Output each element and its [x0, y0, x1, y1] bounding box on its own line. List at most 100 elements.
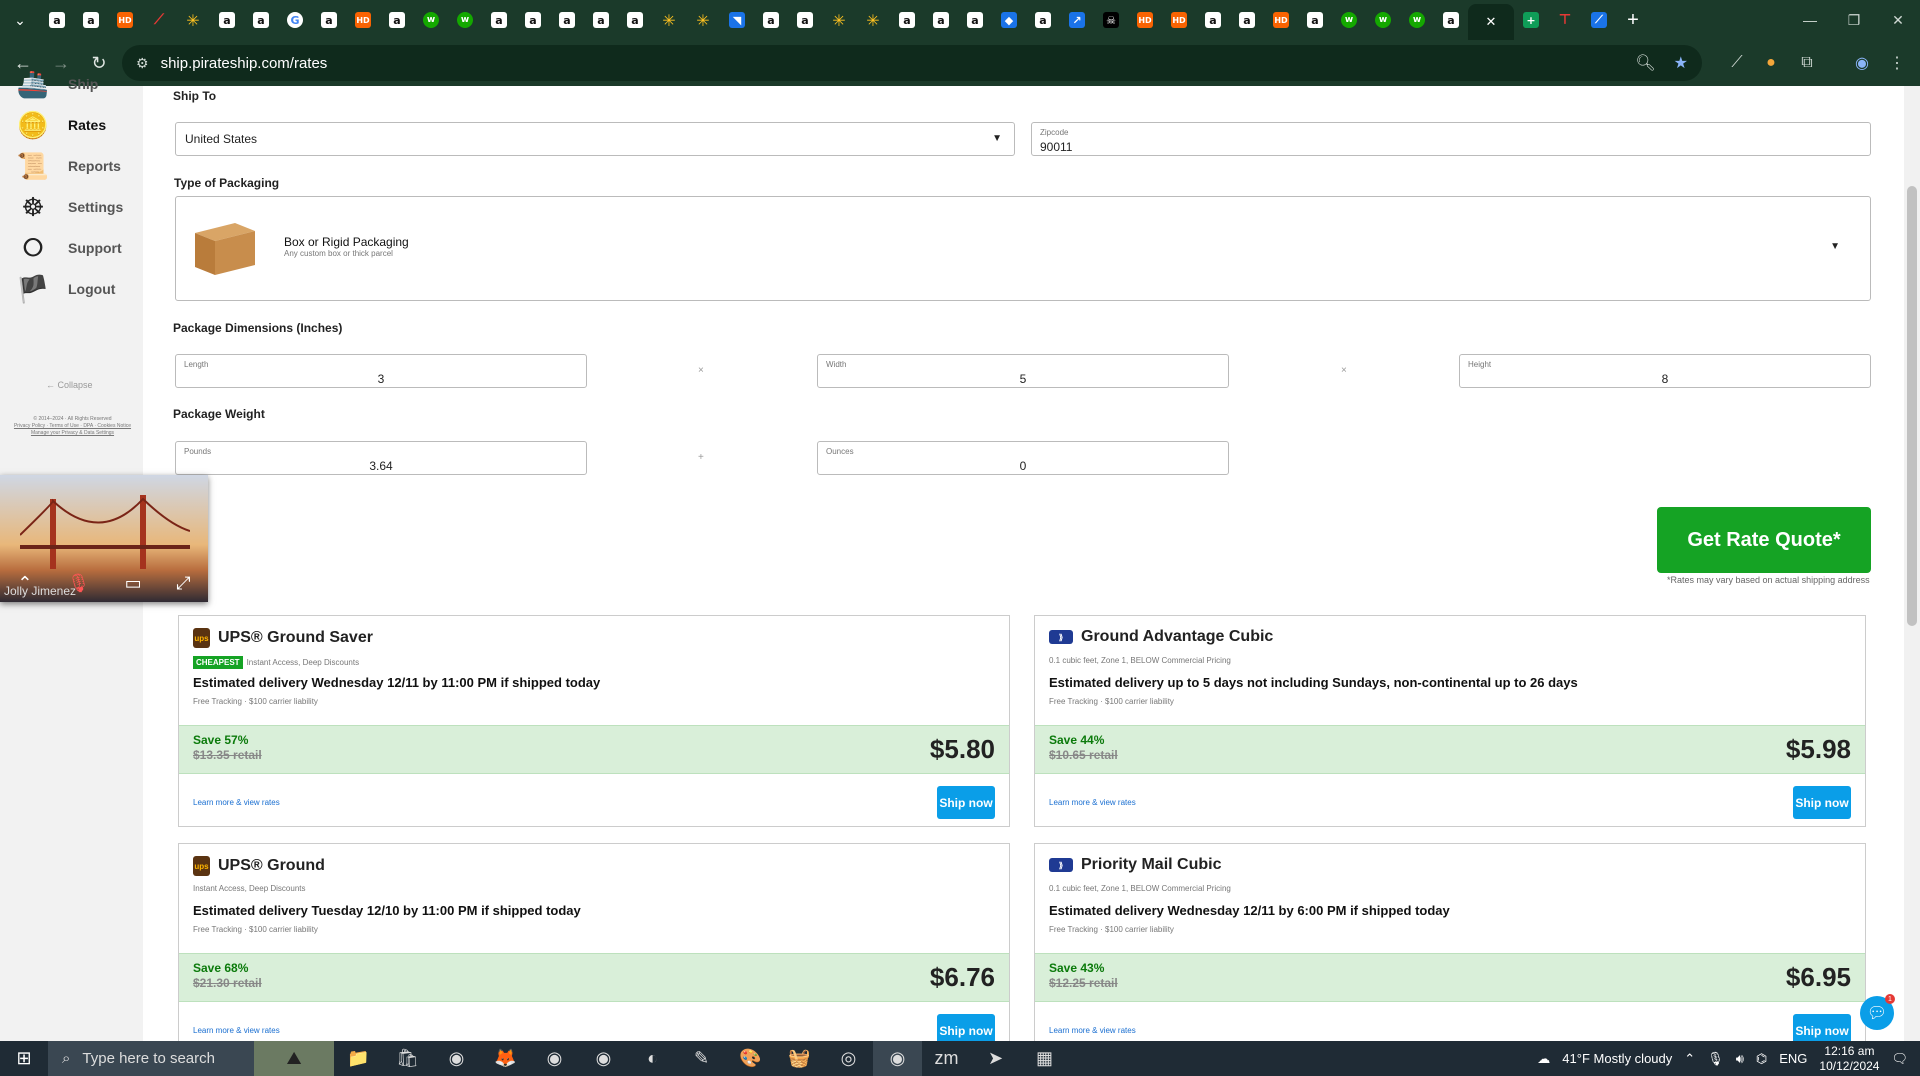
taskbar-apps: 📁 🛍 ◉ 🦊 ◉ ◉ ◐ ✎ 🎨 🧺 ◎ ◉ zm ➤ ▦ — [334, 1041, 1069, 1076]
tracking-info: Free Tracking · $100 carrier liability — [1049, 697, 1174, 706]
retail-price: $12.25 retail — [1049, 976, 1118, 990]
rate-results: ups UPS® Ground Saver CHEAPEST Instant Acce… — [0, 0, 1920, 1041]
service-tags-text: Instant Access, Deep Discounts — [193, 884, 306, 893]
ups-logo-icon: ups — [193, 856, 210, 876]
service-tags-text: 0.1 cubic feet, Zone 1, BELOW Commercial… — [1049, 656, 1231, 665]
ship-now-button[interactable]: Ship now — [1793, 1014, 1851, 1041]
weather-text[interactable]: 41°F Mostly cloudy — [1562, 1051, 1672, 1066]
rate-card: ⟫ Ground Advantage Cubic 0.1 cubic feet, Z… — [1034, 615, 1866, 827]
rate-price: $5.80 — [929, 734, 995, 764]
store-icon[interactable]: 🛍 — [383, 1041, 432, 1076]
participant-name: Jolly Jimenez — [4, 584, 77, 598]
chrome-icon[interactable]: ◉ — [432, 1041, 481, 1076]
camera-icon[interactable]: ▭ — [125, 573, 142, 594]
zoom-icon[interactable]: zm — [922, 1041, 971, 1076]
rate-header: ⟫ Priority Mail Cubic — [1049, 856, 1221, 874]
savings-percent: Save 43% — [1049, 961, 1105, 975]
usps-eagle-icon: ⟫ — [1049, 858, 1073, 872]
rate-header: ups UPS® Ground Saver — [193, 628, 373, 648]
savings-bar: Save 43% $12.25 retail $6.95 — [1035, 953, 1865, 1002]
volume-icon[interactable]: 🔊︎ — [1736, 1051, 1744, 1067]
widgets-landscape-icon[interactable]: ⛰ — [254, 1041, 334, 1076]
basket-icon[interactable]: 🧺 — [775, 1041, 824, 1076]
usps-eagle-icon: ⟫ — [1049, 630, 1073, 644]
delivery-estimate: Estimated delivery Wednesday 12/11 by 6:… — [1049, 903, 1450, 918]
taskbar-search[interactable]: ⌕ Type here to search — [48, 1041, 254, 1076]
rate-card: ups UPS® Ground Saver CHEAPEST Instant Acce… — [178, 615, 1010, 827]
service-title: UPS® Ground Saver — [218, 629, 373, 646]
chrome-icon[interactable]: ◉ — [579, 1041, 628, 1076]
delivery-estimate: Estimated delivery up to 5 days not incl… — [1049, 675, 1578, 690]
chat-notification-badge: 1 — [1885, 994, 1895, 1004]
page-scrollbar[interactable] — [1904, 86, 1920, 1041]
service-tags: Instant Access, Deep Discounts — [193, 884, 306, 893]
ship-now-button[interactable]: Ship now — [1793, 786, 1851, 819]
delivery-estimate: Estimated delivery Wednesday 12/11 by 11… — [193, 675, 601, 690]
ship-now-button[interactable]: Ship now — [937, 786, 995, 819]
windows-start-icon[interactable]: ⊞ — [0, 1041, 48, 1076]
learn-more-link[interactable]: Learn more & view rates — [193, 1026, 280, 1035]
scrollbar-thumb[interactable] — [1907, 186, 1917, 626]
app-icon[interactable]: ◎ — [824, 1041, 873, 1076]
ship-now-button[interactable]: Ship now — [937, 1014, 995, 1041]
network-icon[interactable]: ⌬ — [1756, 1051, 1767, 1067]
savings-bar: Save 57% $13.35 retail $5.80 — [179, 725, 1009, 774]
tracking-info: Free Tracking · $100 carrier liability — [1049, 925, 1174, 934]
service-tags: CHEAPEST Instant Access, Deep Discounts — [193, 656, 359, 669]
paint-icon[interactable]: 🎨 — [726, 1041, 775, 1076]
chrome-icon[interactable]: ◉ — [873, 1041, 922, 1076]
golden-gate-image — [20, 495, 190, 569]
service-title: Priority Mail Cubic — [1081, 856, 1222, 873]
rate-card: ⟫ Priority Mail Cubic 0.1 cubic feet, Zone… — [1034, 843, 1866, 1041]
learn-more-link[interactable]: Learn more & view rates — [1049, 798, 1136, 807]
expand-icon[interactable]: ⤢ — [176, 573, 190, 594]
rate-price: $5.98 — [1785, 734, 1851, 764]
retail-price: $13.35 retail — [193, 748, 262, 762]
search-icon: ⌕ — [62, 1050, 71, 1067]
rate-header: ups UPS® Ground — [193, 856, 325, 876]
system-tray: ☁ 41°F Mostly cloudy ⌃ 🎙︎ 🔊︎ ⌬ ENG 12:16… — [1537, 1041, 1920, 1076]
service-tags-text: 0.1 cubic feet, Zone 1, BELOW Commercial… — [1049, 884, 1231, 893]
retail-price: $21.30 retail — [193, 976, 262, 990]
service-tags: 0.1 cubic feet, Zone 1, BELOW Commercial… — [1049, 656, 1231, 665]
language-indicator[interactable]: ENG — [1779, 1051, 1807, 1066]
retail-price: $10.65 retail — [1049, 748, 1118, 762]
ups-logo-icon: ups — [193, 628, 210, 648]
calculator-icon[interactable]: ▦ — [1020, 1041, 1069, 1076]
clock-date: 10/12/2024 — [1819, 1058, 1880, 1073]
service-title: Ground Advantage Cubic — [1081, 628, 1274, 645]
service-tags-text: Instant Access, Deep Discounts — [246, 658, 360, 667]
savings-percent: Save 57% — [193, 733, 249, 747]
clock[interactable]: 12:16 am 10/12/2024 — [1819, 1044, 1879, 1074]
video-call-overlay[interactable]: ⌃ 🎙︎ ▭ ⤢ Jolly Jimenez — [0, 475, 208, 602]
cheapest-badge: CHEAPEST — [193, 656, 243, 669]
chrome-icon[interactable]: ◉ — [530, 1041, 579, 1076]
weather-icon[interactable]: ☁ — [1537, 1051, 1550, 1067]
file-explorer-icon[interactable]: 📁 — [334, 1041, 383, 1076]
service-tags: 0.1 cubic feet, Zone 1, BELOW Commercial… — [1049, 884, 1231, 893]
savings-percent: Save 44% — [1049, 733, 1105, 747]
learn-more-link[interactable]: Learn more & view rates — [193, 798, 280, 807]
microphone-icon[interactable]: 🎙︎ — [1707, 1051, 1724, 1067]
delivery-estimate: Estimated delivery Tuesday 12/10 by 11:0… — [193, 903, 581, 918]
taskbar: ⊞ ⌕ Type here to search ⛰ 📁 🛍 ◉ 🦊 ◉ ◉ ◐ ✎ 🎨 🧺 ◎ ◉ zm… — [0, 1041, 1920, 1076]
firefox-icon[interactable]: 🦊 — [481, 1041, 530, 1076]
savings-bar: Save 44% $10.65 retail $5.98 — [1035, 725, 1865, 774]
savings-bar: Save 68% $21.30 retail $6.76 — [179, 953, 1009, 1002]
rate-price: $6.95 — [1785, 962, 1851, 992]
tracking-info: Free Tracking · $100 carrier liability — [193, 925, 318, 934]
rate-header: ⟫ Ground Advantage Cubic — [1049, 628, 1273, 646]
telegram-icon[interactable]: ➤ — [971, 1041, 1020, 1076]
search-placeholder: Type here to search — [82, 1050, 215, 1067]
notifications-icon[interactable]: 🗨 — [1891, 1051, 1908, 1067]
service-title: UPS® Ground — [218, 857, 325, 874]
rate-card: ups UPS® Ground Instant Access, Deep Disco… — [178, 843, 1010, 1041]
notepad-icon[interactable]: ✎ — [677, 1041, 726, 1076]
learn-more-link[interactable]: Learn more & view rates — [1049, 1026, 1136, 1035]
clock-time: 12:16 am — [1824, 1043, 1875, 1058]
tracking-info: Free Tracking · $100 carrier liability — [193, 697, 318, 706]
rate-price: $6.76 — [929, 962, 995, 992]
tray-chevron-icon[interactable]: ⌃ — [1684, 1051, 1695, 1067]
edge-icon[interactable]: ◐ — [628, 1041, 677, 1076]
savings-percent: Save 68% — [193, 961, 249, 975]
